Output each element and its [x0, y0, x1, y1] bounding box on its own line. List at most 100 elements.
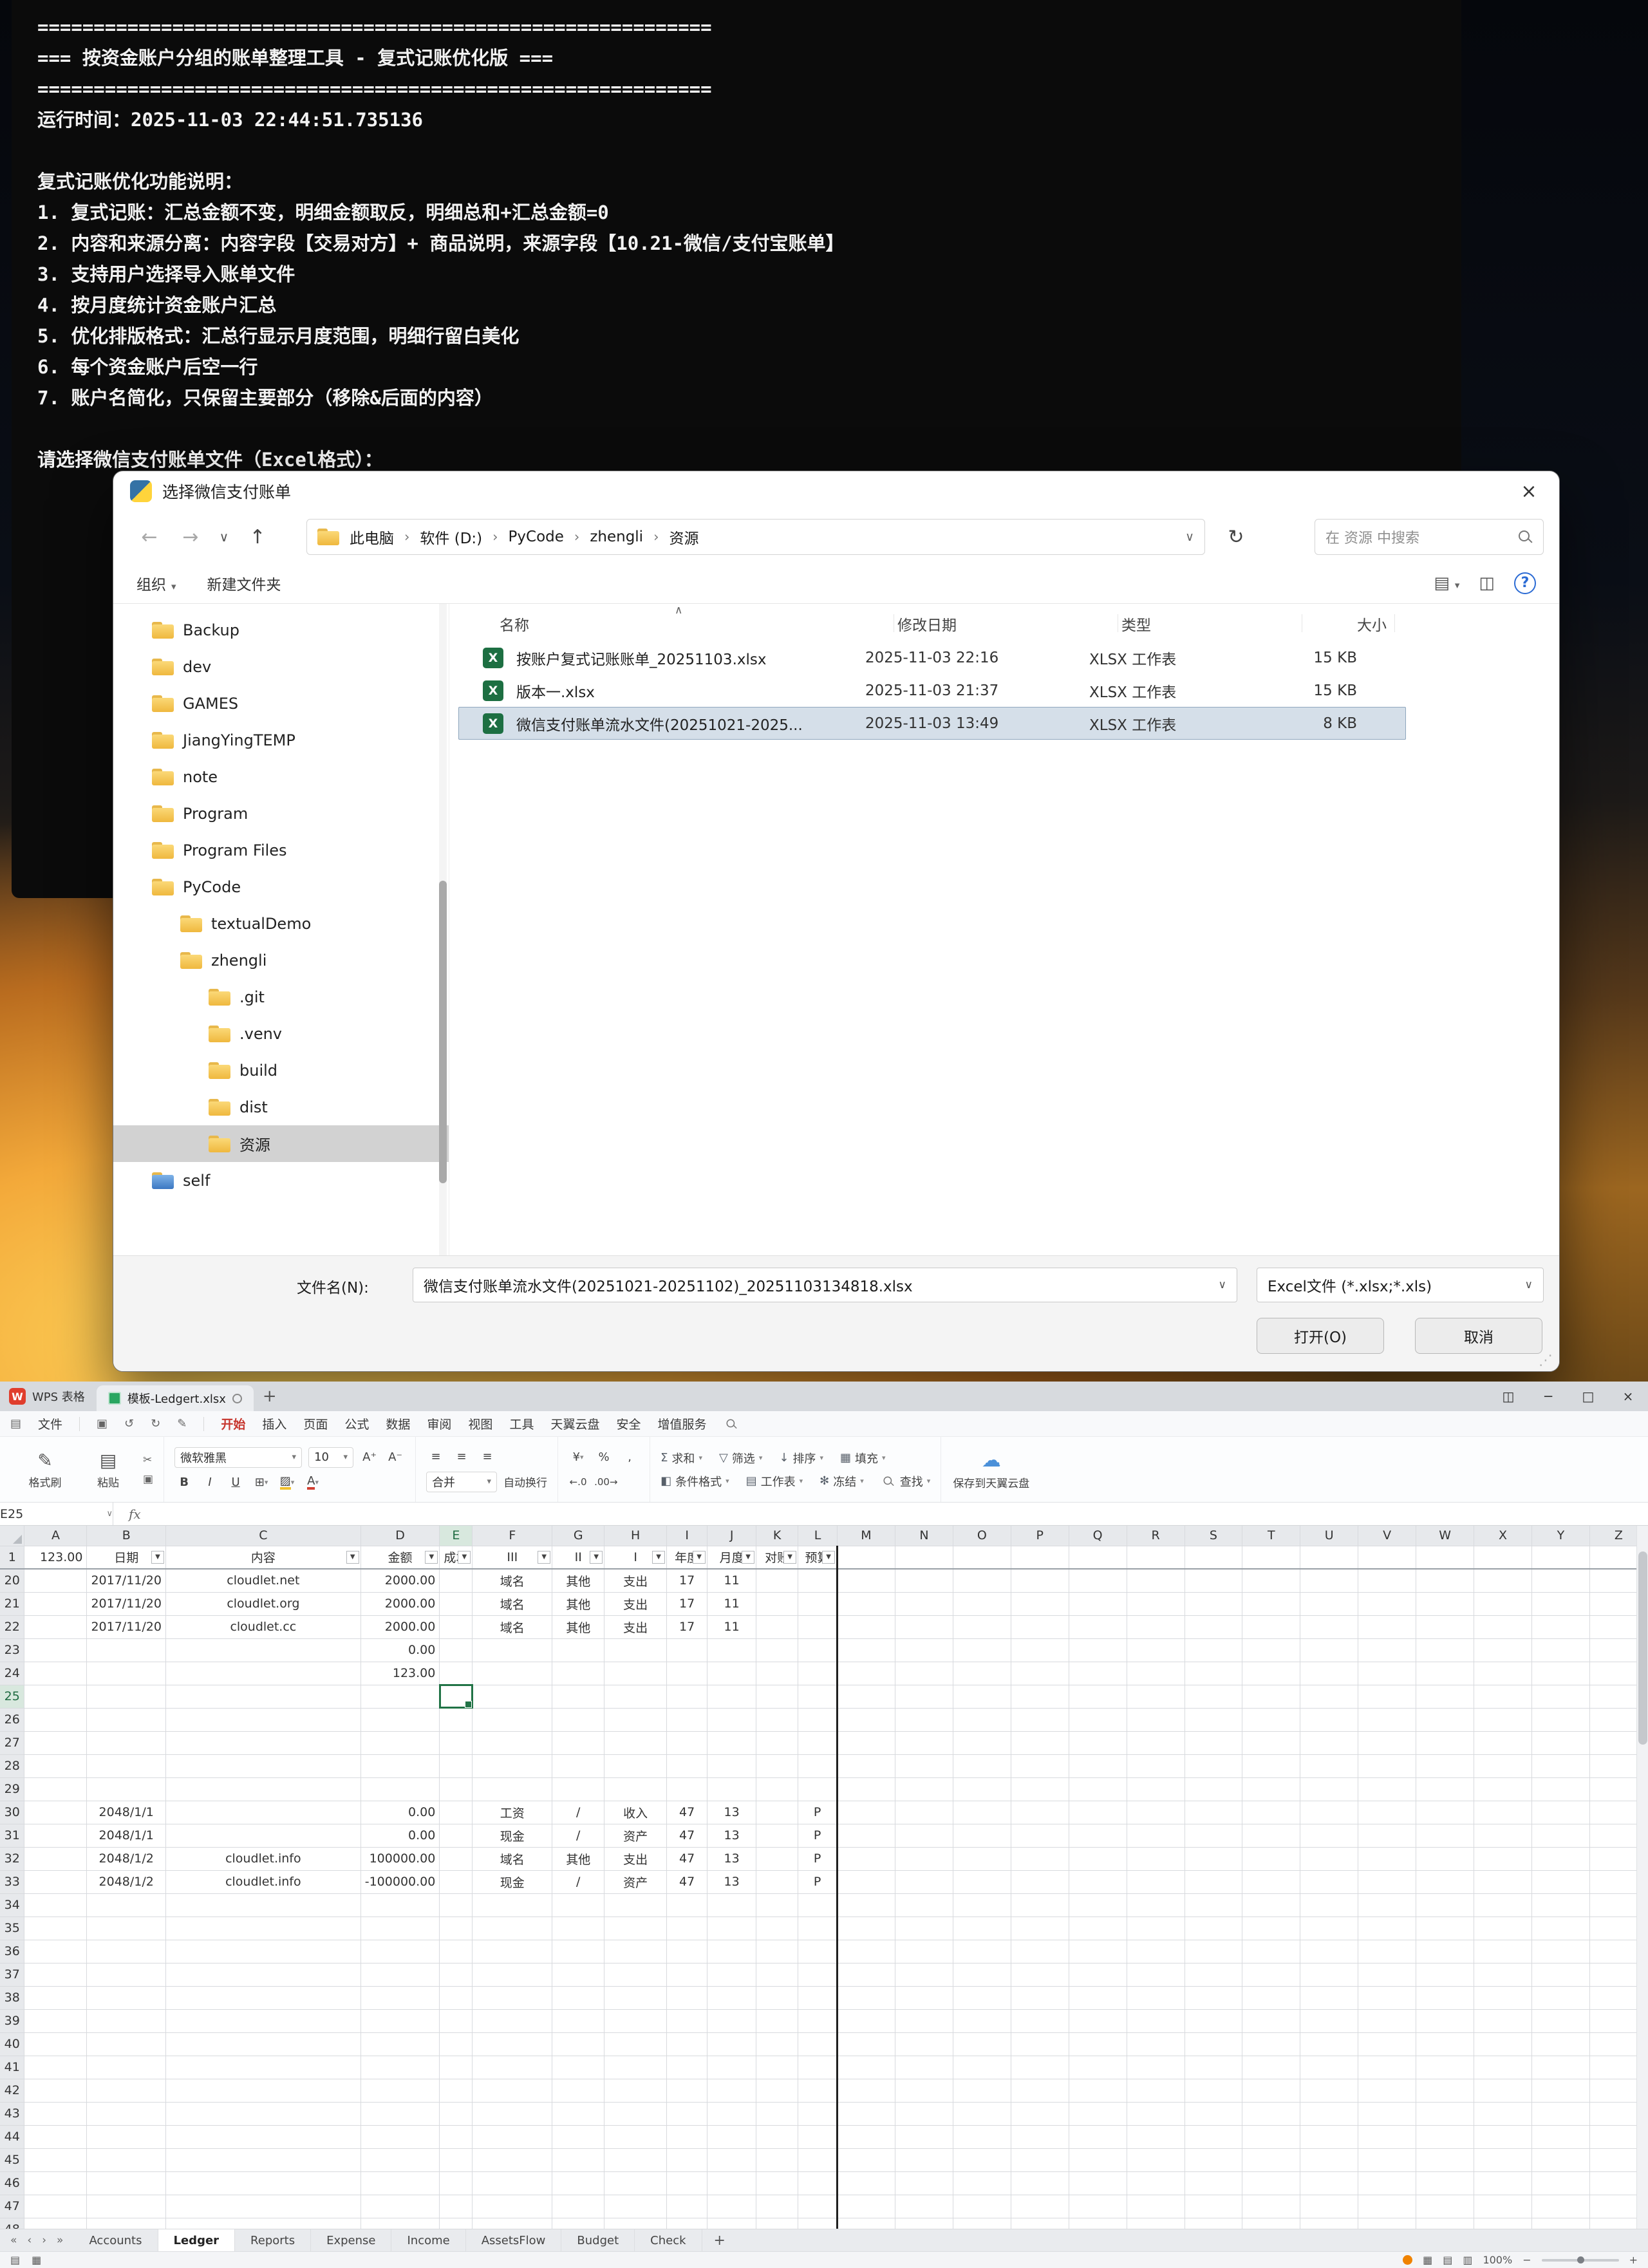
- cell-P27[interactable]: [1011, 1731, 1069, 1754]
- column-header-H[interactable]: H: [604, 1526, 667, 1546]
- cell-V20[interactable]: [1358, 1569, 1416, 1592]
- cell-O37[interactable]: [953, 1963, 1011, 1986]
- cell-I46[interactable]: [667, 2171, 707, 2195]
- cell-T35[interactable]: [1242, 1917, 1300, 1940]
- tree-item-build[interactable]: build: [113, 1052, 449, 1089]
- cell-K29[interactable]: [756, 1777, 798, 1801]
- cell-B46[interactable]: [87, 2171, 166, 2195]
- cell-V32[interactable]: [1358, 1847, 1416, 1870]
- cell-X31[interactable]: [1474, 1824, 1532, 1847]
- breadcrumb-item[interactable]: 资源: [662, 526, 705, 548]
- cell-L43[interactable]: [798, 2102, 838, 2125]
- cell-X22[interactable]: [1474, 1615, 1532, 1638]
- cell-I29[interactable]: [667, 1777, 707, 1801]
- cell-K30[interactable]: [756, 1801, 798, 1824]
- cell-O30[interactable]: [953, 1801, 1011, 1824]
- cell-H41[interactable]: [604, 2056, 667, 2079]
- row-header-34[interactable]: 34: [0, 1893, 24, 1917]
- cell-K21[interactable]: [756, 1592, 798, 1615]
- view-mode-button[interactable]: ▤▾: [1434, 574, 1459, 593]
- cell-Y20[interactable]: [1531, 1569, 1589, 1592]
- cell-X35[interactable]: [1474, 1917, 1532, 1940]
- cell-S45[interactable]: [1184, 2148, 1242, 2171]
- cell-A39[interactable]: [24, 2009, 87, 2032]
- cell-P30[interactable]: [1011, 1801, 1069, 1824]
- cell-U40[interactable]: [1300, 2032, 1358, 2056]
- cell-O45[interactable]: [953, 2148, 1011, 2171]
- copy-icon[interactable]: ▣: [143, 1473, 153, 1486]
- column-header-type[interactable]: 类型: [1121, 613, 1151, 635]
- cell-H45[interactable]: [604, 2148, 667, 2171]
- cell-U33[interactable]: [1300, 1870, 1358, 1893]
- breadcrumb-item[interactable]: zhengli: [583, 529, 650, 545]
- cell-I40[interactable]: [667, 2032, 707, 2056]
- cell-M37[interactable]: [838, 1963, 895, 1986]
- prev-sheet-icon[interactable]: ‹: [27, 2234, 32, 2247]
- cell-K47[interactable]: [756, 2195, 798, 2218]
- cell-U20[interactable]: [1300, 1569, 1358, 1592]
- cell-L45[interactable]: [798, 2148, 838, 2171]
- tree-item-Program Files[interactable]: Program Files: [113, 832, 449, 868]
- cell-H32[interactable]: 支出: [604, 1847, 667, 1870]
- cell-C24[interactable]: [165, 1662, 360, 1685]
- cell-U36[interactable]: [1300, 1940, 1358, 1963]
- cell-N26[interactable]: [895, 1708, 953, 1731]
- grid-scrollbar-thumb[interactable]: [1638, 1551, 1647, 1745]
- cell-G46[interactable]: [552, 2171, 604, 2195]
- cell-Q41[interactable]: [1069, 2056, 1127, 2079]
- cell-R43[interactable]: [1127, 2102, 1184, 2125]
- cell-C33[interactable]: cloudlet.info: [165, 1870, 360, 1893]
- cell-M22[interactable]: [838, 1615, 895, 1638]
- cell-I37[interactable]: [667, 1963, 707, 1986]
- cell-S31[interactable]: [1184, 1824, 1242, 1847]
- cell-C39[interactable]: [165, 2009, 360, 2032]
- cell-I44[interactable]: [667, 2125, 707, 2148]
- up-button[interactable]: ↑: [237, 519, 278, 555]
- cell-H25[interactable]: [604, 1685, 667, 1708]
- cell-P32[interactable]: [1011, 1847, 1069, 1870]
- cell-G48[interactable]: [552, 2218, 604, 2229]
- cell-G47[interactable]: [552, 2195, 604, 2218]
- cell-H21[interactable]: 支出: [604, 1592, 667, 1615]
- cell-V24[interactable]: [1358, 1662, 1416, 1685]
- bold-button[interactable]: B: [174, 1473, 194, 1492]
- cell-Y39[interactable]: [1531, 2009, 1589, 2032]
- status-left-icon[interactable]: ▤: [10, 2254, 20, 2266]
- cell-H47[interactable]: [604, 2195, 667, 2218]
- cell-J45[interactable]: [707, 2148, 756, 2171]
- cell-M38[interactable]: [838, 1986, 895, 2009]
- row-header-40[interactable]: 40: [0, 2032, 24, 2056]
- cell-N28[interactable]: [895, 1754, 953, 1777]
- cell-S21[interactable]: [1184, 1592, 1242, 1615]
- cell-H42[interactable]: [604, 2079, 667, 2102]
- cell-G23[interactable]: [552, 1638, 604, 1662]
- cell-V33[interactable]: [1358, 1870, 1416, 1893]
- cell-A45[interactable]: [24, 2148, 87, 2171]
- cell-U1[interactable]: [1300, 1546, 1358, 1569]
- cell-D40[interactable]: [360, 2032, 440, 2056]
- cell-J32[interactable]: 13: [707, 1847, 756, 1870]
- zoom-slider[interactable]: [1542, 2259, 1619, 2262]
- cell-U42[interactable]: [1300, 2079, 1358, 2102]
- cell-O40[interactable]: [953, 2032, 1011, 2056]
- breadcrumb-item[interactable]: PyCode: [502, 529, 570, 545]
- cell-Y36[interactable]: [1531, 1940, 1589, 1963]
- cell-J37[interactable]: [707, 1963, 756, 1986]
- row-header-29[interactable]: 29: [0, 1777, 24, 1801]
- cell-O28[interactable]: [953, 1754, 1011, 1777]
- cell-P25[interactable]: [1011, 1685, 1069, 1708]
- cell-T28[interactable]: [1242, 1754, 1300, 1777]
- cell-N22[interactable]: [895, 1615, 953, 1638]
- cell-V21[interactable]: [1358, 1592, 1416, 1615]
- cell-B23[interactable]: [87, 1638, 166, 1662]
- cell-A29[interactable]: [24, 1777, 87, 1801]
- cell-C48[interactable]: [165, 2218, 360, 2229]
- cell-X29[interactable]: [1474, 1777, 1532, 1801]
- cell-M35[interactable]: [838, 1917, 895, 1940]
- ribbon-search-icon[interactable]: [726, 1418, 737, 1430]
- cell-Q36[interactable]: [1069, 1940, 1127, 1963]
- cell-K45[interactable]: [756, 2148, 798, 2171]
- cell-Y35[interactable]: [1531, 1917, 1589, 1940]
- cell-H26[interactable]: [604, 1708, 667, 1731]
- layout-switch-button[interactable]: ◫: [1488, 1382, 1528, 1411]
